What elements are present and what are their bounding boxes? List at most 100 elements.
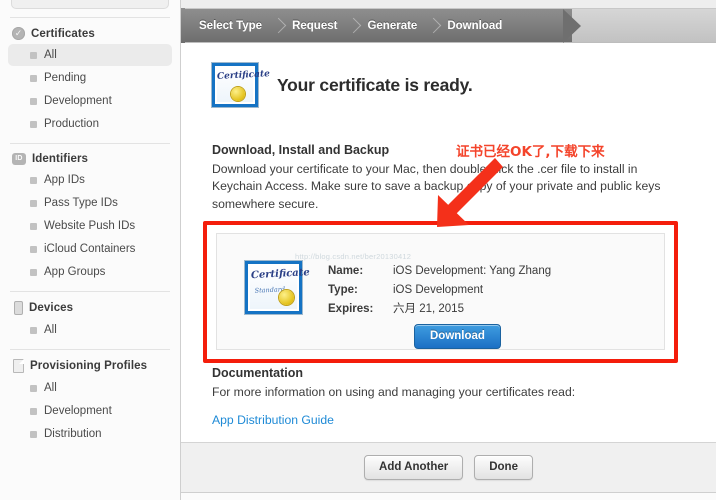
- sidebar-item-pass-type-ids[interactable]: Pass Type IDs: [8, 192, 172, 214]
- sidebar-item-label: Production: [44, 118, 99, 130]
- bullet-icon: [30, 222, 37, 230]
- field-value: 六月 21, 2015: [393, 303, 464, 315]
- main-bottom-edge: [181, 492, 716, 500]
- certificate-fields: Name: iOS Development: Yang Zhang Type: …: [328, 261, 551, 317]
- download-button[interactable]: Download: [414, 324, 501, 349]
- certificate-field-name: Name: iOS Development: Yang Zhang: [328, 264, 551, 279]
- page-title: Your certificate is ready.: [277, 74, 473, 95]
- field-label: Expires:: [328, 303, 374, 315]
- bullet-icon: [30, 268, 37, 276]
- sidebar-group-label: Identifiers: [32, 153, 89, 165]
- sidebar-group-label: Certificates: [31, 27, 95, 40]
- certificate-field-expires: Expires: 六月 21, 2015: [328, 302, 551, 317]
- sidebar-group-label: Devices: [29, 302, 74, 314]
- bullet-icon: [30, 407, 37, 415]
- certificate-script-text: Certificate: [216, 69, 271, 83]
- step-label: Download: [447, 19, 503, 32]
- sidebar-item-app-groups[interactable]: App Groups: [8, 261, 172, 283]
- sidebar-item-label: App Groups: [44, 266, 106, 278]
- main-top-edge: [181, 0, 716, 8]
- add-another-button[interactable]: Add Another: [364, 455, 464, 480]
- documentation-section: Documentation For more information on us…: [212, 366, 575, 429]
- app-window: Certificates All Pending Development Pro…: [0, 0, 716, 500]
- device-icon: [14, 301, 23, 315]
- bullet-icon: [30, 51, 37, 59]
- step-select-type[interactable]: Select Type: [181, 9, 287, 42]
- sidebar-item-devices-all[interactable]: All: [8, 319, 172, 341]
- sidebar: Certificates All Pending Development Pro…: [0, 0, 181, 500]
- step-breadcrumb: Select Type Request Generate Download: [181, 8, 716, 43]
- sidebar-item-label: All: [44, 382, 57, 394]
- sidebar-item-certificates-production[interactable]: Production: [8, 113, 172, 135]
- hero-banner: Certificate Your certificate is ready.: [181, 43, 716, 107]
- sidebar-item-profiles-development[interactable]: Development: [8, 400, 172, 422]
- sidebar-item-certificates-all[interactable]: All: [8, 44, 172, 66]
- sidebar-group-label: Provisioning Profiles: [30, 360, 148, 372]
- sidebar-divider: [10, 143, 170, 144]
- id-badge-icon: ID: [12, 153, 26, 165]
- sidebar-item-profiles-distribution[interactable]: Distribution: [8, 423, 172, 445]
- sidebar-divider: [10, 349, 170, 350]
- bullet-icon: [30, 430, 37, 438]
- sidebar-item-label: Pass Type IDs: [44, 197, 118, 209]
- field-label: Type:: [328, 284, 358, 296]
- sidebar-group-certificates[interactable]: Certificates: [8, 25, 172, 43]
- step-request[interactable]: Request: [274, 9, 362, 42]
- sidebar-group-devices[interactable]: Devices: [8, 299, 172, 318]
- sidebar-item-label: All: [44, 49, 57, 61]
- sidebar-top-stub: [11, 0, 169, 9]
- sidebar-item-label: App IDs: [44, 174, 85, 186]
- sidebar-item-profiles-all[interactable]: All: [8, 377, 172, 399]
- sidebar-item-website-push-ids[interactable]: Website Push IDs: [8, 215, 172, 237]
- certificate-field-type: Type: iOS Development: [328, 283, 551, 298]
- documentation-heading: Documentation: [212, 366, 303, 380]
- certificate-detail-panel: http://blog.csdn.net/ber20130412 Certifi…: [216, 233, 665, 350]
- certificate-highlight-box: http://blog.csdn.net/ber20130412 Certifi…: [203, 221, 678, 363]
- done-button[interactable]: Done: [474, 455, 533, 480]
- field-label: Name:: [328, 265, 364, 277]
- step-label: Generate: [367, 19, 418, 32]
- bullet-icon: [30, 176, 37, 184]
- field-value: iOS Development: [393, 284, 484, 296]
- sidebar-item-icloud-containers[interactable]: iCloud Containers: [8, 238, 172, 260]
- certificate-icon: Certificate Standard: [245, 261, 310, 314]
- sidebar-group-identifiers[interactable]: ID Identifiers: [8, 151, 172, 168]
- certificate-icon: Certificate: [212, 63, 271, 107]
- bullet-icon: [30, 245, 37, 253]
- sidebar-divider: [10, 291, 170, 292]
- footer-bar: Add Another Done: [181, 442, 716, 492]
- down-left-arrow-icon: [437, 158, 503, 227]
- bullet-icon: [30, 326, 37, 334]
- sidebar-item-label: Development: [44, 405, 112, 417]
- sidebar-divider: [10, 17, 170, 18]
- sidebar-group-provisioning-profiles[interactable]: Provisioning Profiles: [8, 357, 172, 376]
- sidebar-item-certificates-development[interactable]: Development: [8, 90, 172, 112]
- certificate-seal-icon: [12, 26, 25, 40]
- main-content: Select Type Request Generate Download Ce…: [181, 0, 716, 500]
- watermark-text: http://blog.csdn.net/ber20130412: [295, 252, 412, 261]
- sidebar-item-app-ids[interactable]: App IDs: [8, 169, 172, 191]
- app-distribution-guide-link[interactable]: App Distribution Guide: [212, 413, 334, 427]
- bullet-icon: [30, 74, 37, 82]
- step-label: Select Type: [199, 19, 263, 32]
- sidebar-item-label: Website Push IDs: [44, 220, 136, 232]
- document-icon: [13, 359, 24, 373]
- field-value: iOS Development: Yang Zhang: [393, 265, 552, 277]
- sidebar-item-label: Development: [44, 95, 112, 107]
- step-download[interactable]: Download: [429, 9, 514, 42]
- sidebar-item-label: iCloud Containers: [44, 243, 136, 255]
- sidebar-item-label: All: [44, 324, 57, 336]
- gold-seal-icon: [231, 86, 245, 101]
- bullet-icon: [30, 384, 37, 392]
- documentation-body: For more information on using and managi…: [212, 385, 576, 399]
- bullet-icon: [30, 97, 37, 105]
- sidebar-item-label: Pending: [44, 72, 87, 84]
- sidebar-item-label: Distribution: [44, 428, 102, 440]
- step-progress-arrow-cap: [563, 9, 581, 43]
- step-label: Request: [292, 19, 338, 32]
- certificate-detail-row: Certificate Standard Name: iOS Developme…: [245, 261, 551, 317]
- sidebar-item-certificates-pending[interactable]: Pending: [8, 67, 172, 89]
- bullet-icon: [30, 120, 37, 128]
- step-generate[interactable]: Generate: [349, 9, 442, 42]
- bullet-icon: [30, 199, 37, 207]
